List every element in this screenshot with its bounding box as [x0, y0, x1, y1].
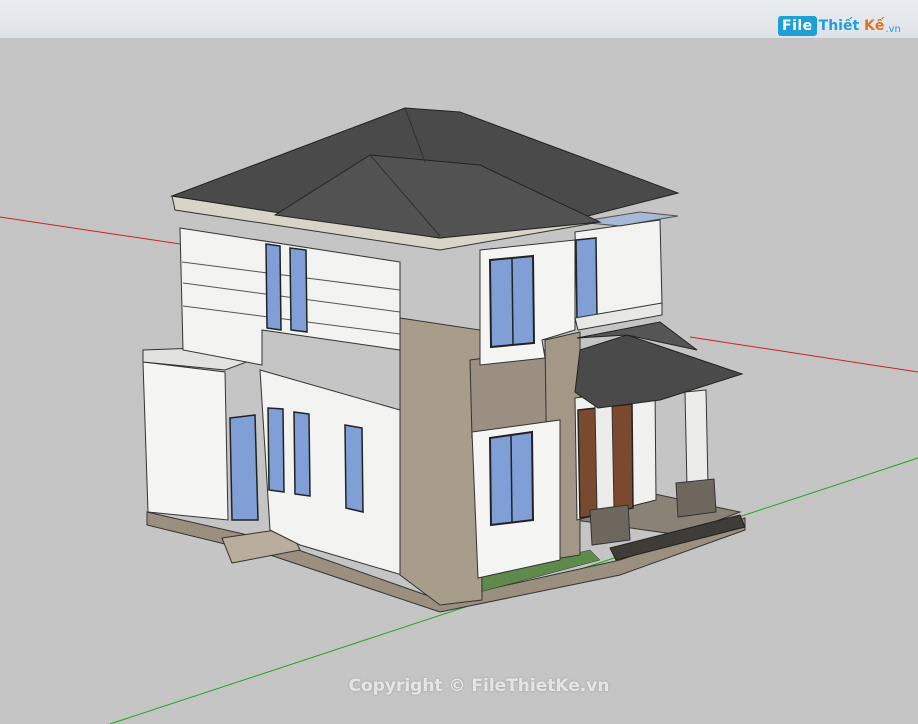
logo-name-2: Kế: [864, 18, 885, 34]
window-left-3: [344, 424, 364, 513]
porch-roof: [574, 334, 744, 409]
copyright-watermark: Copyright © FileThietKe.vn: [348, 676, 610, 696]
filethietke-logo: File Thiết Kế .vn: [778, 13, 901, 39]
left-wing-front: [142, 361, 229, 521]
window-left-1: [267, 407, 285, 493]
window-right-upper: [575, 237, 598, 321]
logo-badge: File: [778, 16, 817, 36]
sketchup-viewport[interactable]: File Thiết Kế .vn Copyright © FileThietK…: [0, 0, 918, 724]
porch-column-2: [684, 389, 709, 488]
red-axis-right: [689, 336, 918, 373]
model-scene: [0, 107, 918, 724]
left-wing-glass: [229, 414, 259, 521]
window-upper-1: [265, 243, 282, 331]
porch-column-base-2: [675, 478, 717, 518]
logo-name: Thiết Kế: [819, 18, 885, 34]
logo-name-1: Thiết: [818, 18, 860, 34]
porch-column-1: [594, 402, 615, 513]
logo-tld: .vn: [885, 23, 901, 35]
porch-column-base-1: [589, 504, 631, 546]
window-left-2: [293, 411, 311, 497]
window-upper-2: [289, 247, 308, 333]
